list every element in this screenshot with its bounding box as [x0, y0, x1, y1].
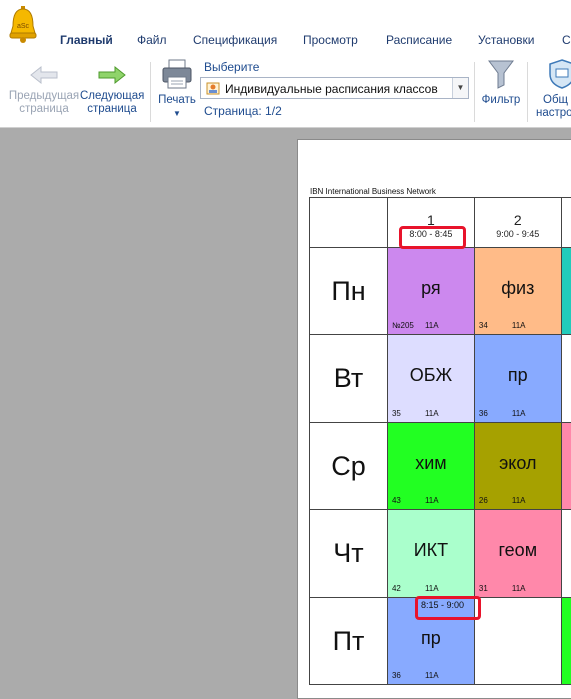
lesson-cell-cut	[560, 597, 571, 685]
day-label: Пт	[309, 597, 388, 685]
lesson-subject: пр	[421, 627, 441, 648]
tab-specification[interactable]: Спецификация	[193, 33, 277, 47]
view-select-value: Индивидуальные расписания классов	[225, 82, 438, 96]
tab-schedule[interactable]: Расписание	[386, 33, 452, 47]
filter-label: Фильтр	[481, 94, 521, 106]
lesson-cell[interactable]: экол 26 11А	[473, 422, 562, 510]
ribbon-separator	[474, 62, 475, 122]
lesson-room: №205	[391, 321, 414, 330]
lesson-cell[interactable]: ря №205 11А	[386, 247, 475, 335]
printer-icon	[162, 59, 192, 89]
lesson-class: 11А	[424, 321, 439, 330]
lesson-room: 36	[391, 671, 401, 680]
class-schedule-icon	[206, 82, 220, 95]
general-settings-button[interactable]: Общ настро	[533, 58, 571, 120]
lesson-subject: пр	[507, 365, 528, 385]
lesson-cell[interactable]: ИКТ 42 11А	[386, 509, 475, 598]
previous-page-button[interactable]: Предыдущая страница	[8, 64, 80, 116]
organization-name: IBN International Business Network	[310, 187, 436, 196]
tab-file[interactable]: Файл	[137, 33, 167, 47]
lesson-subject: физ	[501, 277, 535, 298]
filter-funnel-icon	[488, 60, 514, 89]
arrow-right-icon	[98, 65, 126, 85]
lesson-cell[interactable]: ОБЖ 35 11А	[386, 334, 475, 423]
lesson-subject: ИКТ	[413, 540, 449, 560]
arrow-left-icon	[30, 65, 58, 85]
view-select[interactable]: Индивидуальные расписания классов ▼	[200, 77, 469, 99]
period-number: 2	[513, 212, 522, 228]
next-page-label-1: Следующая	[80, 90, 145, 102]
tab-more[interactable]: С	[562, 33, 571, 47]
lesson-room: 42	[391, 584, 401, 593]
lesson-subject: ря	[421, 277, 441, 298]
lesson-cell[interactable]: геом 31 11А	[473, 509, 562, 598]
lesson-room: 35	[391, 409, 401, 418]
highlight-marker-friday	[415, 596, 481, 620]
lesson-cell-cut	[560, 334, 571, 423]
ribbon-separator	[527, 62, 528, 122]
page-indicator: Страница: 1/2	[204, 104, 282, 118]
lesson-class: 11А	[424, 409, 439, 418]
lesson-cell[interactable]: физ 34 11А	[473, 247, 562, 335]
day-label: Пн	[309, 247, 388, 335]
shield-icon	[549, 59, 571, 89]
period-time: 9:00 - 9:45	[496, 229, 540, 239]
app-menu-bell-icon[interactable]: aSc	[8, 6, 38, 44]
previous-page-label-1: Предыдущая	[8, 90, 80, 102]
lesson-cell-cut	[560, 422, 571, 510]
lesson-class: 11А	[424, 671, 439, 680]
lesson-room: 31	[478, 584, 488, 593]
general-settings-label-1: Общ	[543, 94, 568, 106]
print-dropdown-icon[interactable]: ▼	[155, 107, 199, 120]
lesson-room: 43	[391, 496, 401, 505]
ribbon-toolbar: Предыдущая страница Следующая страница П…	[0, 52, 571, 128]
day-label: Чт	[309, 509, 388, 598]
day-label: Ср	[309, 422, 388, 510]
ribbon-separator	[150, 62, 151, 122]
lesson-cell[interactable]: хим 43 11А	[386, 422, 475, 510]
lesson-subject: геом	[498, 540, 538, 560]
lesson-room: 26	[478, 496, 488, 505]
lesson-class: 11А	[511, 321, 526, 330]
select-title: Выберите	[204, 60, 260, 74]
tab-view[interactable]: Просмотр	[303, 33, 358, 47]
corner-cell	[309, 197, 388, 248]
next-page-label-2: страница	[87, 103, 137, 115]
lesson-subject: ОБЖ	[409, 365, 453, 385]
lesson-cell-cut	[560, 247, 571, 335]
next-page-button[interactable]: Следующая страница	[80, 64, 144, 116]
print-button[interactable]: Печать ▼	[155, 58, 199, 120]
lesson-subject: экол	[499, 452, 537, 473]
tab-settings[interactable]: Установки	[478, 33, 534, 47]
day-label: Вт	[309, 334, 388, 423]
lesson-subject: хим	[415, 452, 447, 473]
ribbon-tab-bar: aSc Главный Файл Спецификация Просмотр Р…	[0, 0, 571, 52]
period-header-2: 2 9:00 - 9:45	[473, 197, 562, 248]
previous-page-label-2: страница	[19, 103, 69, 115]
lesson-room: 36	[478, 409, 488, 418]
filter-button[interactable]: Фильтр	[478, 58, 524, 107]
highlight-marker-period-1	[399, 226, 466, 249]
lesson-class: 11А	[511, 584, 526, 593]
lesson-room: 34	[478, 321, 488, 330]
lesson-cell-empty[interactable]	[473, 597, 562, 685]
tab-main[interactable]: Главный	[60, 33, 113, 47]
lesson-class: 11А	[424, 584, 439, 593]
lesson-class: 11А	[511, 496, 526, 505]
chevron-down-icon[interactable]: ▼	[452, 78, 468, 98]
lesson-class: 11А	[511, 409, 526, 418]
general-settings-label-2: настро	[536, 107, 571, 119]
app-logo-text: aSc	[17, 23, 30, 30]
period-header-cut	[560, 197, 571, 248]
lesson-class: 11А	[424, 496, 439, 505]
lesson-cell-cut	[560, 509, 571, 598]
lesson-cell[interactable]: пр 36 11А	[473, 334, 562, 423]
print-label: Печать	[158, 94, 196, 106]
